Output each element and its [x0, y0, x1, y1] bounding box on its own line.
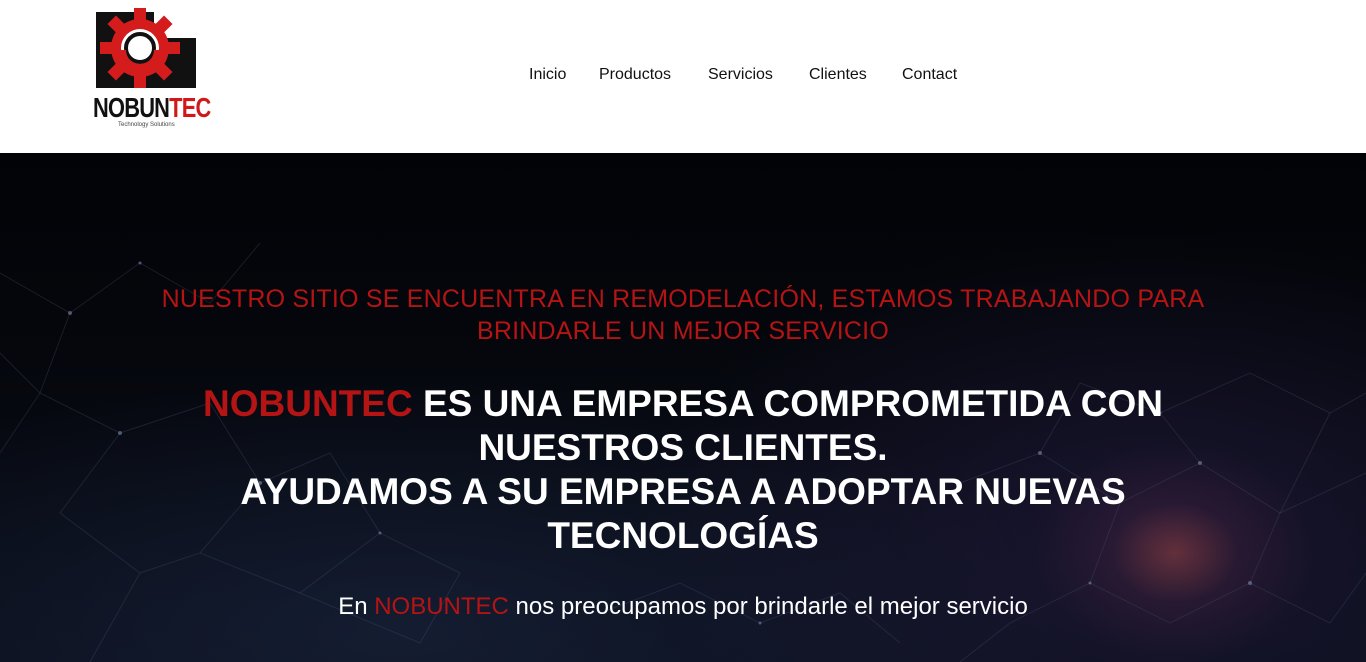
notice-line-1: NUESTRO SITIO SE ENCUENTRA EN REMODELACI…	[161, 285, 1205, 313]
remodel-notice: NUESTRO SITIO SE ENCUENTRA EN REMODELACI…	[90, 283, 1276, 347]
sub-prefix: En	[338, 593, 375, 620]
logo-word-part2: TEC	[169, 92, 211, 123]
nav-item-servicios[interactable]: Servicios	[708, 64, 773, 86]
nav-item-contact[interactable]: Contact	[902, 64, 957, 86]
nav-item-inicio[interactable]: Inicio	[529, 64, 566, 86]
logo-word-part1: NOBUN	[93, 92, 170, 123]
hero-section: NUESTRO SITIO SE ENCUENTRA EN REMODELACI…	[0, 153, 1366, 662]
headline-line-3: AYUDAMOS A SU EMPRESA A ADOPTAR NUEVAS	[240, 471, 1126, 512]
headline-line-4: TECNOLOGÍAS	[547, 515, 819, 556]
notice-line-2: BRINDARLE UN MEJOR SERVICIO	[477, 317, 889, 345]
main-nav: Inicio Productos Servicios Clientes Cont…	[0, 64, 1366, 86]
nav-item-productos[interactable]: Productos	[599, 64, 671, 86]
site-header: NOBUNTEC Technology Solutions Inicio Pro…	[0, 0, 1366, 153]
logo-wordmark: NOBUNTEC	[93, 94, 211, 122]
hero-subtitle: En NOBUNTEC nos preocupamos por brindarl…	[90, 591, 1276, 623]
headline-brand: NOBUNTEC	[203, 383, 413, 424]
headline-line-1: NOBUNTEC ES UNA EMPRESA COMPROMETIDA CON	[90, 382, 1276, 426]
sub-suffix: nos preocupamos por brindarle el mejor s…	[508, 593, 1028, 620]
nav-item-clientes[interactable]: Clientes	[809, 64, 867, 86]
logo-tagline: Technology Solutions	[118, 122, 175, 128]
sub-brand: NOBUNTEC	[374, 593, 509, 620]
headline-line-2: NUESTROS CLIENTES.	[478, 427, 888, 468]
hero-headline: NOBUNTEC ES UNA EMPRESA COMPROMETIDA CON…	[90, 382, 1276, 558]
headline-text-1: ES UNA EMPRESA COMPROMETIDA CON	[412, 383, 1163, 424]
